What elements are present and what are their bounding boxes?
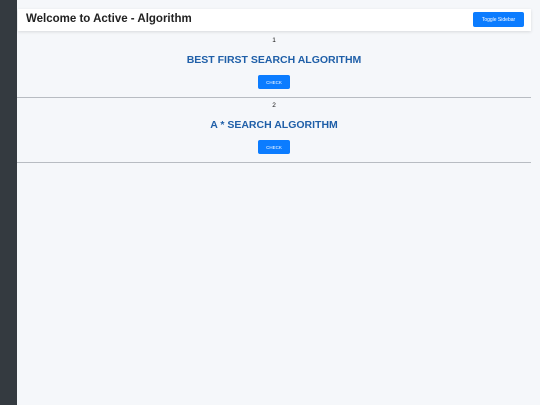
algorithm-title: A * SEARCH ALGORITHM [210, 119, 338, 131]
top-bar: Welcome to Active - Algorithm Toggle Sid… [18, 9, 531, 31]
algorithm-card: 1 BEST FIRST SEARCH ALGORITHM CHECK [17, 33, 531, 98]
sidebar [0, 0, 17, 405]
algorithm-number: 2 [272, 102, 276, 109]
algorithm-title: BEST FIRST SEARCH ALGORITHM [186, 54, 362, 66]
page-title: Welcome to Active - Algorithm [26, 13, 192, 25]
toggle-sidebar-button[interactable]: Toggle Sidebar [473, 12, 524, 27]
algorithm-number: 1 [272, 37, 276, 44]
main-content: Welcome to Active - Algorithm Toggle Sid… [17, 0, 540, 405]
algorithm-card: 2 A * SEARCH ALGORITHM CHECK [17, 98, 531, 163]
check-button[interactable]: CHECK [258, 75, 290, 89]
check-button[interactable]: CHECK [258, 140, 290, 154]
